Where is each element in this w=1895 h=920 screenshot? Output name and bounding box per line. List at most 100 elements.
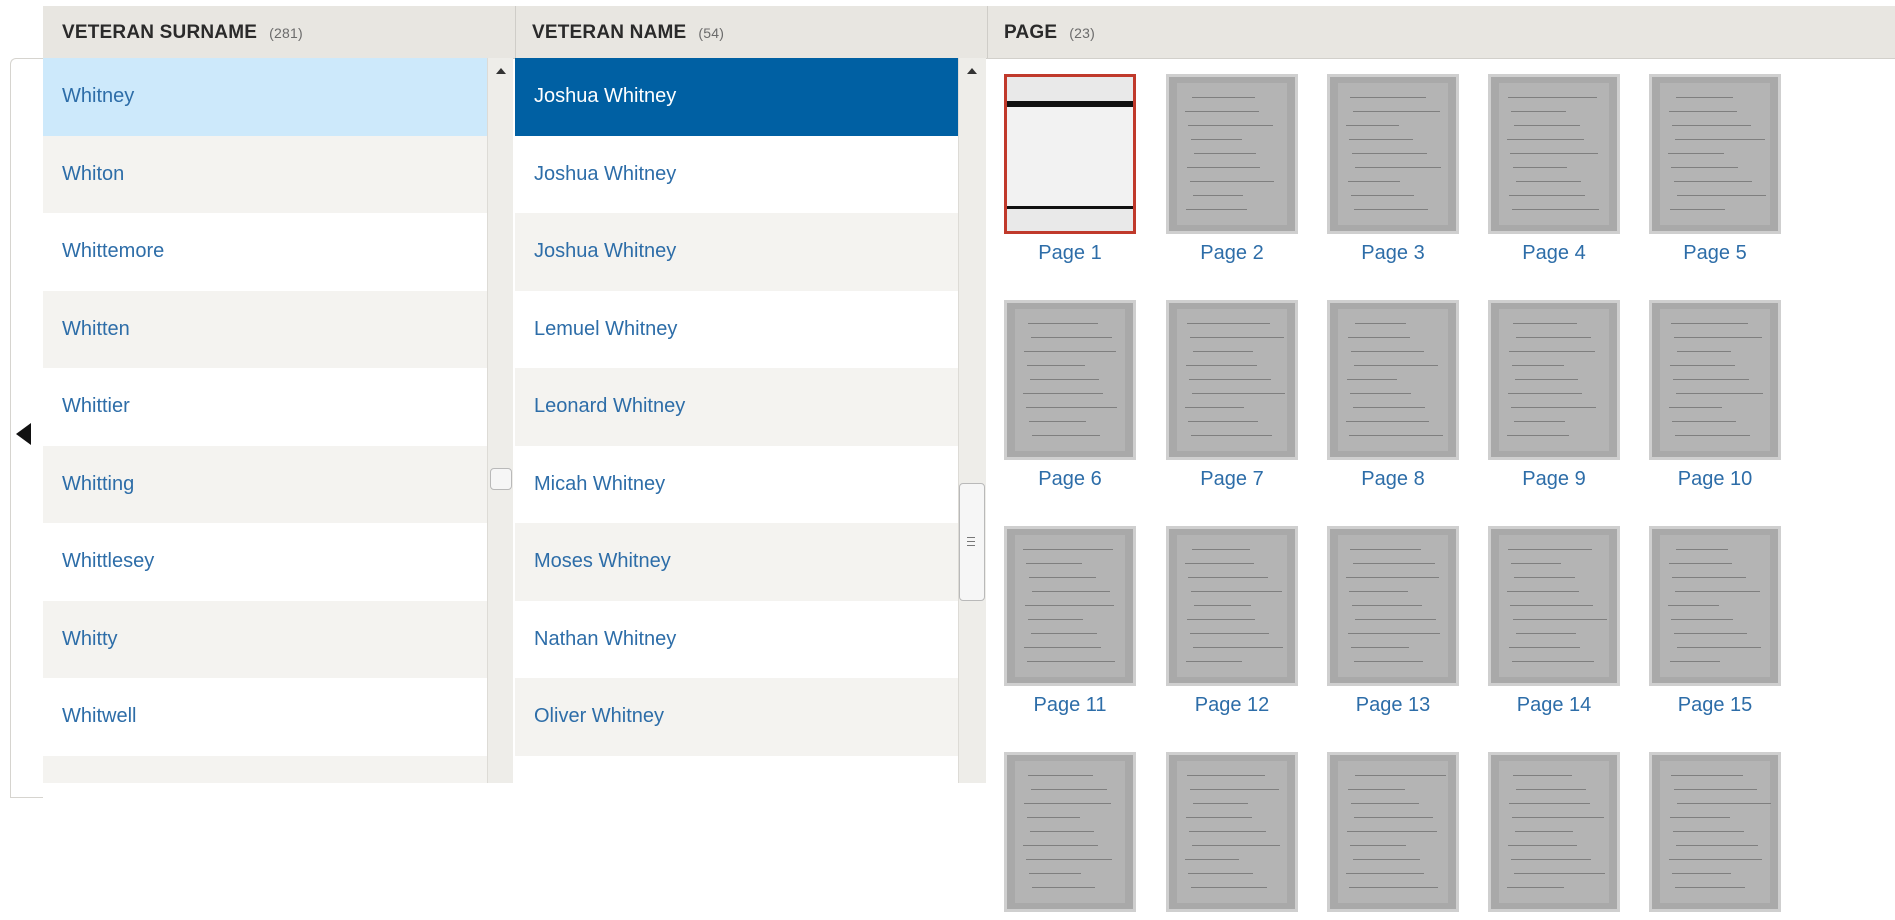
page-label[interactable]: Page 3 [1327,242,1459,265]
page-image[interactable] [1327,526,1459,686]
page-label[interactable]: Page 10 [1649,468,1781,491]
name-scroll-thumb[interactable] [959,483,985,601]
page-label[interactable]: Page 2 [1166,242,1298,265]
page-image[interactable] [1327,300,1459,460]
surname-count: (281) [269,25,303,41]
page-label[interactable]: Page 15 [1649,694,1781,717]
page-thumbnail[interactable]: Page 8 [1327,300,1459,491]
page-image[interactable] [1004,300,1136,460]
page-image[interactable] [1488,526,1620,686]
page-thumbnail[interactable] [1327,752,1459,920]
text-line [1351,195,1414,196]
page-thumbnail[interactable] [1166,752,1298,920]
page-image[interactable] [1166,526,1298,686]
page-label[interactable]: Page 11 [1004,694,1136,717]
page-label[interactable]: Page 6 [1004,468,1136,491]
text-line [1511,563,1561,564]
text-line [1191,435,1272,436]
surname-item[interactable]: Whittlesey [43,523,487,601]
text-line [1191,591,1282,592]
surname-scroll-thumb[interactable] [490,468,512,490]
page-thumbnail[interactable]: Page 3 [1327,74,1459,265]
page-label[interactable]: Page 1 [1004,242,1136,265]
name-item[interactable]: Oliver Whitney [515,678,958,756]
document-sheet [1177,309,1287,451]
page-label[interactable]: Page 7 [1166,468,1298,491]
page-label[interactable]: Page 13 [1327,694,1459,717]
page-label[interactable]: Page 5 [1649,242,1781,265]
name-scrollbar[interactable] [958,58,986,783]
page-image[interactable] [1488,300,1620,460]
page-thumbnail[interactable]: Page 10 [1649,300,1781,491]
surname-item[interactable]: Whittier [43,368,487,446]
text-line [1191,139,1242,140]
text-line [1346,421,1429,422]
surname-item[interactable]: Whitney [43,58,487,136]
name-item[interactable]: Micah Whitney [515,446,958,524]
scroll-up-icon[interactable] [967,68,977,74]
page-image[interactable] [1004,752,1136,912]
surname-scrollbar[interactable] [487,58,513,783]
page-thumbnail[interactable]: Page 9 [1488,300,1620,491]
page-thumbnail[interactable]: Page 2 [1166,74,1298,265]
surname-item[interactable]: Whitty [43,600,487,678]
page-label[interactable]: Page 9 [1488,468,1620,491]
page-label[interactable]: Page 14 [1488,694,1620,717]
surname-item[interactable]: Whitwell [43,678,487,756]
scroll-up-icon[interactable] [496,68,506,74]
name-item[interactable] [515,756,958,784]
page-thumbnail[interactable]: Page 1 [1004,74,1136,265]
page-thumbnail[interactable] [1649,752,1781,920]
page-thumbnail[interactable]: Page 14 [1488,526,1620,717]
surname-item[interactable]: Whitten [43,290,487,368]
page-thumbnail[interactable]: Page 13 [1327,526,1459,717]
collapse-left-icon[interactable] [16,423,31,445]
text-line [1185,859,1239,860]
page-image[interactable] [1488,74,1620,234]
page-thumbnail[interactable]: Page 15 [1649,526,1781,717]
page-image[interactable] [1327,74,1459,234]
name-item[interactable]: Joshua Whitney [515,58,958,136]
name-item[interactable]: Joshua Whitney [515,136,958,214]
text-line [1350,549,1421,550]
page-header-title: PAGE [1004,22,1058,43]
surname-item[interactable]: Whittemore [43,213,487,291]
page-image[interactable] [1488,752,1620,912]
page-image[interactable] [1649,526,1781,686]
text-line [1030,831,1094,832]
document-sheet [1177,761,1287,903]
page-thumbnail[interactable] [1488,752,1620,920]
name-item[interactable]: Lemuel Whitney [515,291,958,369]
text-line [1673,379,1749,380]
page-image[interactable] [1166,752,1298,912]
surname-item[interactable] [43,755,487,783]
page-label[interactable]: Page 8 [1327,468,1459,491]
page-thumbnail[interactable]: Page 5 [1649,74,1781,265]
page-thumbnail[interactable]: Page 7 [1166,300,1298,491]
page-image[interactable] [1649,752,1781,912]
page-thumbnail[interactable]: Page 6 [1004,300,1136,491]
page-label[interactable]: Page 4 [1488,242,1620,265]
text-line [1031,789,1107,790]
text-line [1669,859,1762,860]
surname-item[interactable]: Whitting [43,445,487,523]
page-thumbnail[interactable]: Page 11 [1004,526,1136,717]
name-item[interactable]: Moses Whitney [515,523,958,601]
page-image[interactable] [1004,526,1136,686]
page-thumbnail[interactable] [1004,752,1136,920]
text-line [1185,111,1259,112]
page-thumbnail[interactable]: Page 4 [1488,74,1620,265]
page-image[interactable] [1649,74,1781,234]
page-image[interactable] [1166,74,1298,234]
name-item[interactable]: Joshua Whitney [515,213,958,291]
page-image[interactable] [1649,300,1781,460]
page-thumbnail[interactable]: Page 12 [1166,526,1298,717]
page-label[interactable]: Page 12 [1166,694,1298,717]
surname-item[interactable]: Whiton [43,135,487,213]
name-item[interactable]: Nathan Whitney [515,601,958,679]
page-image[interactable] [1004,74,1136,234]
page-image[interactable] [1327,752,1459,912]
text-line [1353,407,1425,408]
page-image[interactable] [1166,300,1298,460]
name-item[interactable]: Leonard Whitney [515,368,958,446]
